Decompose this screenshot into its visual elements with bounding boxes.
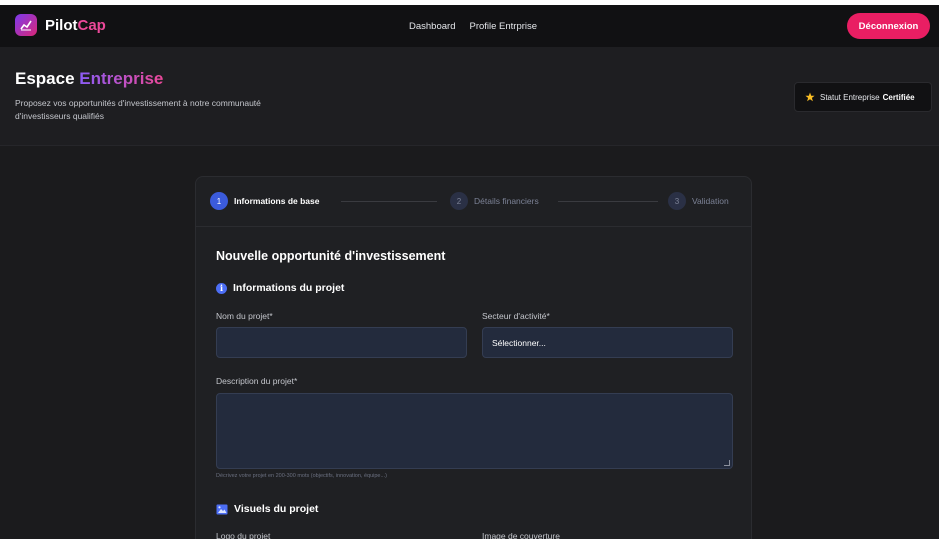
project-name-label: Nom du projet* (216, 311, 273, 321)
step-label: Informations de base (234, 196, 320, 206)
step-number: 1 (210, 192, 228, 210)
logo-label: Logo du projet (216, 531, 271, 539)
step-connector (558, 201, 658, 202)
form-title: Nouvelle opportunité d'investissement (216, 249, 446, 263)
step-financial-details[interactable]: 2 Détails financiers (450, 192, 539, 210)
step-validation[interactable]: 3 Validation (668, 192, 729, 210)
step-number: 2 (450, 192, 468, 210)
project-name-input[interactable] (216, 327, 467, 358)
section-project-info: i Informations du projet (216, 282, 344, 294)
step-label: Validation (692, 196, 729, 206)
page-title: Espace Entreprise (15, 69, 164, 88)
stepper: 1 Informations de base 2 Détails financi… (196, 177, 751, 227)
logout-button[interactable]: Déconnexion (847, 13, 930, 39)
step-basic-info[interactable]: 1 Informations de base (210, 192, 320, 210)
step-number: 3 (668, 192, 686, 210)
brand-logo[interactable]: PilotCap (15, 14, 106, 36)
section-title: Informations du projet (233, 282, 345, 294)
sector-select[interactable]: Sélectionner... (482, 327, 733, 358)
star-icon (805, 92, 815, 102)
step-connector (341, 201, 437, 202)
brand-name: PilotCap (45, 16, 106, 34)
cover-image-label: Image de couverture (482, 531, 560, 539)
sector-label: Secteur d'activité* (482, 311, 550, 321)
section-visuals: Visuels du projet (216, 503, 318, 515)
status-value: Certifiée (882, 92, 915, 102)
step-label: Détails financiers (474, 196, 539, 206)
description-hint: Décrivez votre projet en 200-300 mots (o… (216, 473, 387, 479)
info-icon: i (216, 282, 227, 294)
resize-handle[interactable] (724, 460, 730, 466)
description-label: Description du projet* (216, 376, 298, 386)
status-prefix: Statut Entreprise (820, 92, 880, 102)
chart-line-icon (15, 14, 37, 36)
nav-links: Dashboard Profile Entrprise (409, 5, 537, 47)
opportunity-form-card: 1 Informations de base 2 Détails financi… (195, 176, 752, 539)
nav-link-profile[interactable]: Profile Entrprise (469, 21, 537, 32)
navbar: PilotCap Dashboard Profile Entrprise Déc… (0, 5, 939, 47)
section-title: Visuels du projet (234, 503, 319, 515)
page-subtitle: Proposez vos opportunités d'investisseme… (15, 98, 261, 121)
description-textarea[interactable] (216, 393, 733, 469)
status-badge: Statut Entreprise Certifiée (794, 82, 932, 112)
page-header: Espace Entreprise Proposez vos opportuni… (0, 47, 939, 146)
image-icon (216, 504, 228, 514)
nav-link-dashboard[interactable]: Dashboard (409, 21, 455, 32)
